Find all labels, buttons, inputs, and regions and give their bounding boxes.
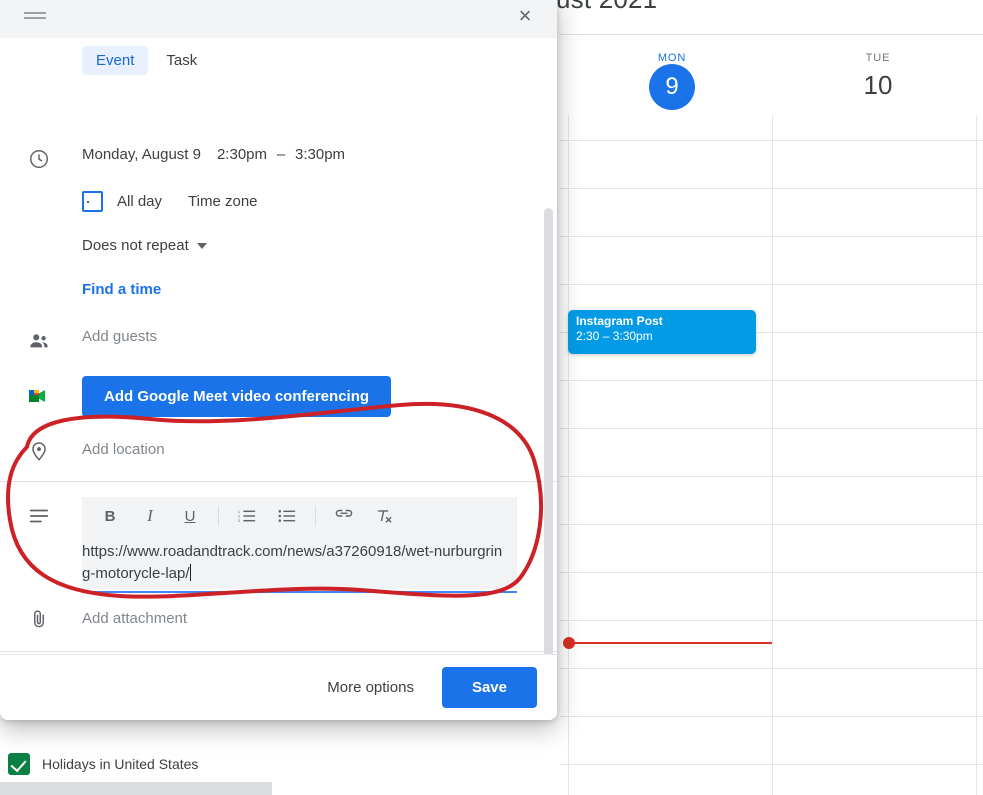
close-icon[interactable]: × xyxy=(511,2,539,30)
event-date-field[interactable]: Monday, August 9 xyxy=(82,146,201,163)
add-attachment-button[interactable]: Add attachment xyxy=(82,610,187,627)
event-end-time-field[interactable]: 3:30pm xyxy=(295,146,345,163)
location-pin-icon xyxy=(26,438,52,464)
tab-event[interactable]: Event xyxy=(82,46,148,75)
sidebar-calendar-label: Holidays in United States xyxy=(42,756,198,772)
calendar-header-divider xyxy=(560,34,983,35)
time-zone-button[interactable]: Time zone xyxy=(188,193,257,210)
section-divider xyxy=(0,481,557,482)
paperclip-icon xyxy=(26,606,52,632)
chevron-down-icon xyxy=(197,243,207,249)
description-text: https://www.roadandtrack.com/news/a37260… xyxy=(82,543,502,582)
description-icon xyxy=(26,503,52,529)
all-day-checkbox[interactable] xyxy=(82,191,103,212)
dialog-tabs: Event Task xyxy=(82,46,211,75)
dialog-body: Event Task Monday, August 9 2:30pm–3:30pm… xyxy=(0,38,557,654)
all-day-row: All day Time zone xyxy=(82,191,258,212)
svg-text:1: 1 xyxy=(238,510,240,514)
sidebar-calendar-item-holidays[interactable]: Holidays in United States xyxy=(8,753,198,775)
drag-handle-icon[interactable] xyxy=(24,12,46,21)
bulleted-list-icon[interactable] xyxy=(267,497,307,535)
more-options-button[interactable]: More options xyxy=(317,671,424,704)
calendar-event-instagram-post[interactable]: Instagram Post 2:30 – 3:30pm xyxy=(568,310,756,354)
grid-line-vertical xyxy=(976,115,977,795)
numbered-list-icon[interactable]: 1 2 3 xyxy=(227,497,267,535)
add-location-input[interactable]: Add location xyxy=(82,441,165,458)
tab-task[interactable]: Task xyxy=(152,46,211,75)
description-formatting-toolbar: B I U 1 2 3 xyxy=(82,497,517,535)
day-column-header-mon[interactable]: MON 9 xyxy=(612,52,732,110)
day-number-tue: 10 xyxy=(818,64,938,106)
add-guests-input[interactable]: Add guests xyxy=(82,328,157,345)
recurrence-label: Does not repeat xyxy=(82,237,189,254)
italic-icon[interactable]: I xyxy=(130,497,170,535)
day-abbr-tue: TUE xyxy=(818,52,938,64)
bold-icon[interactable]: B xyxy=(90,497,130,535)
description-focus-underline xyxy=(82,591,517,593)
grid-line-vertical xyxy=(568,115,569,795)
event-datetime-row: Monday, August 9 2:30pm–3:30pm xyxy=(82,146,345,163)
screen-root: ust 2021 MON 9 TUE 10 11 PM xyxy=(0,0,983,795)
event-start-time-field[interactable]: 2:30pm xyxy=(217,146,267,163)
add-google-meet-button[interactable]: Add Google Meet video conferencing xyxy=(82,376,391,417)
insert-link-icon[interactable] xyxy=(324,497,364,535)
day-number-mon: 9 xyxy=(649,64,695,110)
text-cursor xyxy=(190,564,191,581)
day-column-header-tue[interactable]: TUE 10 xyxy=(818,52,938,106)
calendar-event-time: 2:30 – 3:30pm xyxy=(576,329,750,344)
calendar-month-title: ust 2021 xyxy=(556,0,657,15)
svg-text:2: 2 xyxy=(238,514,240,518)
clock-icon xyxy=(26,146,52,172)
time-range-dash: – xyxy=(267,146,295,163)
calendar-event-title: Instagram Post xyxy=(576,314,750,329)
svg-text:3: 3 xyxy=(238,519,240,523)
dialog-title-bar: × xyxy=(0,0,557,38)
find-a-time-button[interactable]: Find a time xyxy=(82,281,161,298)
sidebar-footer-bar xyxy=(0,782,272,795)
current-time-line xyxy=(568,642,772,644)
dialog-footer: More options Save xyxy=(0,654,557,720)
remove-formatting-icon[interactable] xyxy=(364,497,404,535)
checkbox-holidays[interactable] xyxy=(8,753,30,775)
event-quick-create-dialog: × Event Task Monday, August 9 2:30pm–3:30… xyxy=(0,0,557,720)
current-time-dot xyxy=(563,637,575,649)
all-day-label[interactable]: All day xyxy=(117,193,162,210)
grid-line-vertical xyxy=(772,115,773,795)
underline-icon[interactable]: U xyxy=(170,497,210,535)
google-meet-icon xyxy=(26,383,52,409)
toolbar-divider xyxy=(315,506,316,526)
recurrence-dropdown[interactable]: Does not repeat xyxy=(82,237,207,254)
toolbar-divider xyxy=(218,506,219,526)
description-input[interactable]: https://www.roadandtrack.com/news/a37260… xyxy=(82,535,517,589)
dialog-scrollbar-thumb[interactable] xyxy=(544,208,553,718)
day-abbr-mon: MON xyxy=(612,52,732,64)
save-button[interactable]: Save xyxy=(442,667,537,708)
section-divider xyxy=(0,651,557,652)
dialog-scrollbar-track[interactable] xyxy=(546,90,555,654)
people-icon xyxy=(26,328,52,354)
